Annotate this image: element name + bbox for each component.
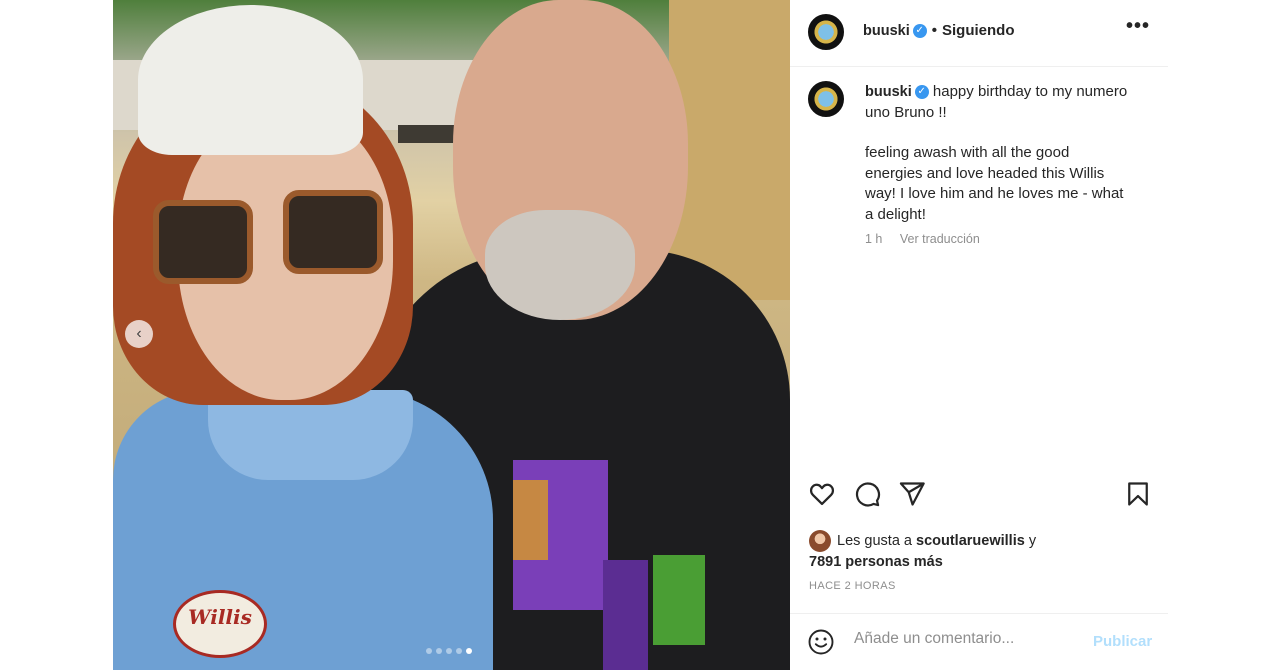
shirt-print-violet xyxy=(603,560,648,670)
emoji-icon xyxy=(808,629,834,655)
carousel-dot xyxy=(426,648,432,654)
share-button[interactable] xyxy=(898,480,930,514)
publish-button[interactable]: Publicar xyxy=(1093,633,1152,650)
carousel-dot xyxy=(456,648,462,654)
carousel-dot xyxy=(446,648,452,654)
translate-link[interactable]: Ver traducción xyxy=(900,232,980,246)
post-photo[interactable]: Willis ‹ xyxy=(113,0,790,670)
post-caption: buuski ✓ happy birthday to my numero uno … xyxy=(865,82,1130,225)
comment-input[interactable] xyxy=(854,630,1074,648)
likes-others[interactable]: 7891 personas más xyxy=(809,554,943,570)
chevron-left-icon: ‹ xyxy=(136,325,142,342)
verified-badge-icon: ✓ xyxy=(912,24,927,39)
emoji-button[interactable] xyxy=(807,628,835,656)
more-options-icon[interactable]: ••• xyxy=(1126,15,1150,38)
caption-meta: 1 h Ver traducción xyxy=(865,232,980,246)
save-button[interactable] xyxy=(1124,480,1156,514)
sunglasses-left-lens xyxy=(153,200,253,284)
shirt-print-orange xyxy=(513,480,548,560)
photo-woman-cap xyxy=(138,5,363,155)
caption-username[interactable]: buuski xyxy=(865,84,912,100)
caption-text-2: feeling awash with all the good energies… xyxy=(865,144,1124,223)
caption-avatar[interactable] xyxy=(808,81,844,117)
header-username[interactable]: buuski xyxy=(863,23,910,39)
carousel-dot xyxy=(436,648,442,654)
shirt-print-green xyxy=(653,555,705,645)
carousel-dot-active xyxy=(466,648,472,654)
post-header: buuski ✓ • Siguiendo ••• xyxy=(790,0,1168,67)
caption-time: 1 h xyxy=(865,232,883,246)
header-avatar[interactable] xyxy=(808,14,844,50)
photo-man-beard xyxy=(485,210,635,320)
bookmark-icon xyxy=(1128,482,1148,506)
shirt-patch-text: Willis xyxy=(188,605,252,629)
likes-summary: Les gusta a scoutlaruewillis y 7891 pers… xyxy=(809,530,1149,573)
post-side-panel: buuski ✓ • Siguiendo ••• buuski ✓ happy birt… xyxy=(790,0,1168,670)
action-bar xyxy=(790,480,1168,516)
header-separator: • xyxy=(931,22,937,39)
comment-bar: Publicar xyxy=(790,613,1168,671)
liker-avatar[interactable] xyxy=(809,530,831,552)
comment-icon xyxy=(855,482,880,507)
likes-joiner: y xyxy=(1028,532,1037,549)
carousel-indicator xyxy=(426,648,472,654)
verified-badge-icon: ✓ xyxy=(914,85,929,100)
send-icon xyxy=(899,482,925,506)
like-button[interactable] xyxy=(808,480,840,514)
liker-username[interactable]: scoutlaruewillis xyxy=(916,533,1025,549)
sunglasses-right-lens xyxy=(283,190,383,274)
heart-icon xyxy=(809,483,835,506)
instagram-post: Willis ‹ buuski ✓ • Siguiendo ••• buuski ✓ h… xyxy=(113,0,1168,670)
comment-button[interactable] xyxy=(853,480,885,514)
post-timestamp[interactable]: HACE 2 HORAS xyxy=(809,580,896,592)
follow-status-button[interactable]: Siguiendo xyxy=(942,22,1015,39)
header-user-line: buuski ✓ • Siguiendo xyxy=(863,22,1015,39)
caption-line-1: buuski ✓ happy birthday to my numero uno … xyxy=(865,82,1130,123)
likes-prefix: Les gusta a xyxy=(837,532,912,549)
carousel-prev-button[interactable]: ‹ xyxy=(125,320,153,348)
